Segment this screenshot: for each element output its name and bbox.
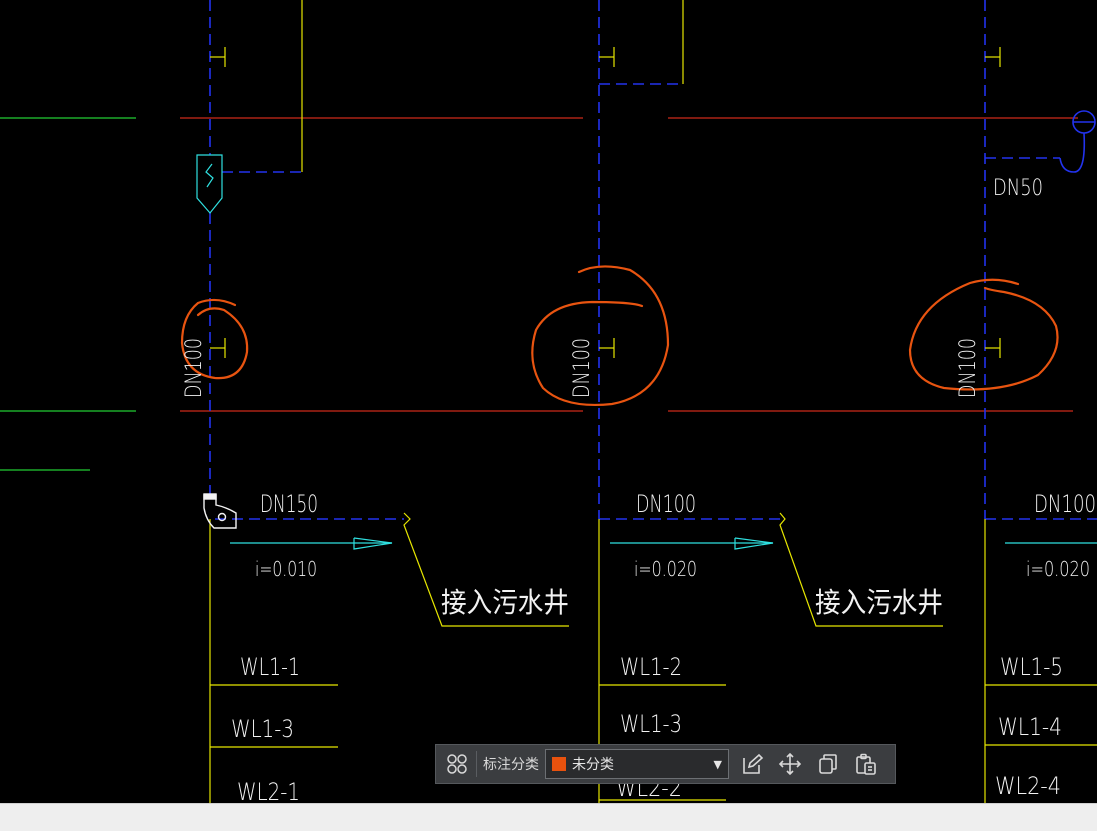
label-dn100-vertical-2: DN100	[570, 338, 595, 398]
label-dn100-vertical-1: DN100	[182, 338, 207, 398]
label-dn50: DN50	[993, 176, 1043, 201]
label-slope-1: i=0.010	[255, 557, 317, 581]
blue-pipes	[209, 0, 1097, 520]
label-sewer-2: 接入污水井	[815, 586, 943, 619]
label-dn100-vertical-3: DN100	[956, 338, 981, 398]
chevron-down-icon: ▼	[713, 757, 722, 771]
label-wl1-3-mid: WL1-3	[620, 710, 682, 738]
move-icon[interactable]	[775, 749, 805, 779]
label-wl1-5: WL1-5	[1000, 653, 1063, 681]
label-dn100-pipe-2: DN100	[636, 490, 696, 518]
label-sewer-1: 接入污水井	[441, 586, 569, 619]
paste-icon[interactable]	[851, 749, 881, 779]
label-slope-3: i=0.020	[1026, 557, 1090, 581]
label-wl1-3-left: WL1-3	[231, 715, 294, 743]
label-wl1-1: WL1-1	[240, 653, 300, 681]
annotation-toolbar: 标注分类 未分类 ▼	[435, 744, 896, 784]
green-lines	[0, 117, 136, 471]
red-lines	[180, 117, 1078, 412]
label-wl1-2: WL1-2	[620, 653, 682, 681]
category-color-swatch	[552, 757, 566, 771]
cad-drawing-canvas[interactable]: DN50 DN100 DN100 DN100 DN150 DN100 DN100…	[0, 0, 1097, 831]
copy-icon[interactable]	[813, 749, 843, 779]
label-wl2-4: WL2-4	[995, 772, 1061, 800]
label-dn100-pipe-3: DN100	[1034, 490, 1096, 518]
markup-circles	[180, 265, 1059, 407]
yellow-lines	[209, 0, 1097, 803]
grid-icon[interactable]	[442, 749, 472, 779]
status-bar	[0, 803, 1097, 831]
label-wl2-1: WL2-1	[237, 778, 300, 806]
label-dn150: DN150	[260, 490, 318, 518]
category-select[interactable]: 未分类 ▼	[545, 749, 729, 779]
category-label: 标注分类	[483, 757, 539, 773]
label-slope-2: i=0.020	[634, 557, 697, 581]
label-wl1-4: WL1-4	[998, 713, 1062, 741]
edit-icon[interactable]	[737, 749, 767, 779]
category-select-value: 未分类	[572, 757, 614, 773]
toolbar-separator	[476, 751, 477, 777]
elbow-symbol	[203, 493, 237, 529]
trap-symbol	[1059, 110, 1096, 173]
